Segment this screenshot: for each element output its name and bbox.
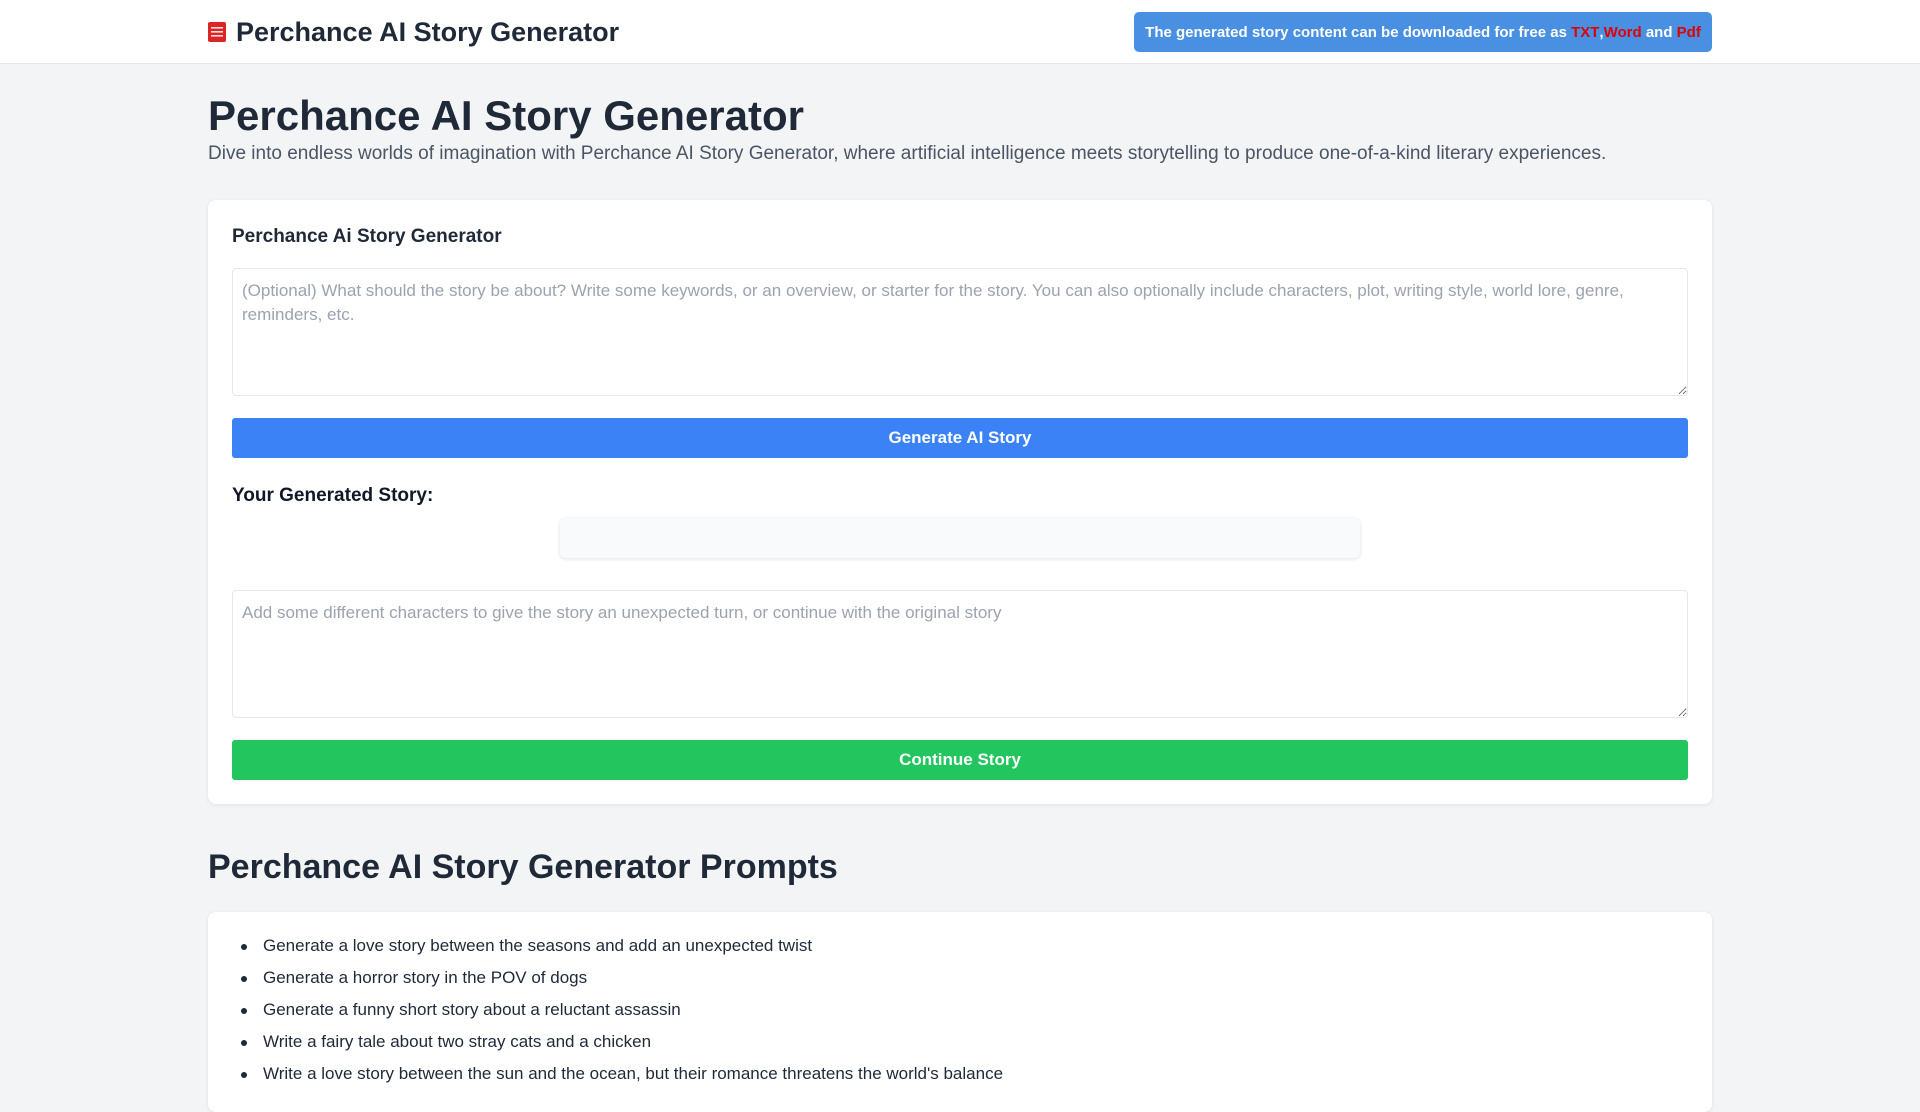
pdf-download-link[interactable]: Pdf: [1677, 24, 1701, 41]
prompt-item: Generate a horror story in the POV of do…: [241, 966, 1003, 998]
prompt-item: Generate a love story between the season…: [241, 934, 1003, 966]
bullet: [241, 1008, 247, 1014]
download-notice: The generated story content can be downl…: [1134, 12, 1712, 52]
continue-story-input[interactable]: [232, 590, 1688, 718]
txt-download-link[interactable]: TXT: [1571, 24, 1599, 41]
prompts-card: Generate a love story between the season…: [208, 912, 1712, 1112]
book-icon: [208, 22, 226, 42]
bullet: [241, 944, 247, 950]
top-bar: Perchance AI Story Generator The generat…: [0, 0, 1920, 64]
generated-story-label: Your Generated Story:: [232, 485, 434, 506]
generator-card: Perchance Ai Story Generator Generate AI…: [208, 200, 1712, 804]
bullet: [241, 1072, 247, 1078]
prompt-text: Generate a love story between the season…: [263, 936, 813, 955]
brand-title[interactable]: Perchance AI Story Generator: [236, 17, 619, 48]
bullet: [241, 976, 247, 982]
page-description: Dive into endless worlds of imagination …: [208, 143, 1607, 164]
story-prompt-input[interactable]: [232, 268, 1688, 396]
prompt-item: Generate a funny short story about a rel…: [241, 998, 1003, 1030]
generate-story-button[interactable]: Generate AI Story: [232, 418, 1688, 458]
prompts-title: Perchance AI Story Generator Prompts: [208, 848, 838, 886]
brand[interactable]: Perchance AI Story Generator: [208, 16, 619, 48]
notice-text: The generated story content can be downl…: [1145, 23, 1572, 41]
prompt-item: Write a love story between the sun and t…: [241, 1062, 1004, 1094]
generated-story-output: [560, 518, 1360, 558]
prompt-text: Write a love story between the sun and t…: [263, 1064, 1004, 1083]
prompt-text: Write a fairy tale about two stray cats …: [263, 1032, 652, 1051]
word-download-link[interactable]: Word: [1604, 24, 1642, 41]
bullet: [241, 1040, 247, 1046]
notice-and: and: [1641, 23, 1677, 41]
page-title: Perchance AI Story Generator: [208, 92, 804, 139]
prompt-item: Write a fairy tale about two stray cats …: [241, 1030, 1003, 1062]
continue-story-button[interactable]: Continue Story: [232, 740, 1688, 780]
generator-title: Perchance Ai Story Generator: [232, 226, 502, 247]
prompt-text: Generate a funny short story about a rel…: [263, 1000, 681, 1019]
prompts-list: Generate a love story between the season…: [241, 934, 1004, 1094]
prompt-text: Generate a horror story in the POV of do…: [263, 968, 588, 987]
